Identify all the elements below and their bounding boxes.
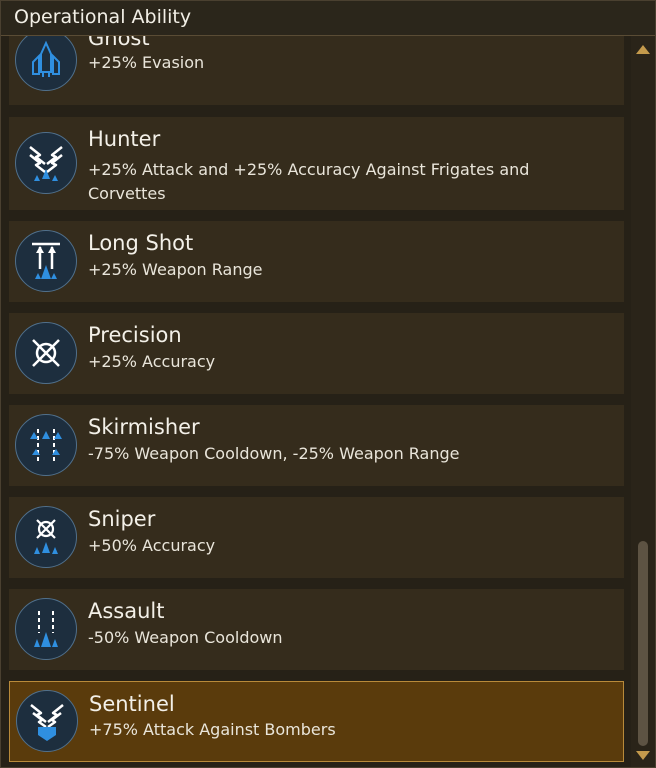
ability-item-sniper[interactable]: Sniper +50% Accuracy xyxy=(9,497,624,578)
ability-name: Ghost xyxy=(88,36,150,50)
ability-item-precision[interactable]: Precision +25% Accuracy xyxy=(9,313,624,394)
scrollbar[interactable] xyxy=(631,36,655,767)
ability-description: -75% Weapon Cooldown, -25% Weapon Range xyxy=(88,444,460,463)
sentinel-shield-icon xyxy=(16,690,78,752)
ability-description: -50% Weapon Cooldown xyxy=(88,628,283,647)
skirmisher-icon xyxy=(15,414,77,476)
ability-item-hunter[interactable]: Hunter +25% Attack and +25% Accuracy Aga… xyxy=(9,117,624,210)
assault-ship-icon xyxy=(15,598,77,660)
ability-name: Skirmisher xyxy=(88,415,200,439)
scrollbar-thumb[interactable] xyxy=(638,541,648,746)
ability-description: +25% Weapon Range xyxy=(88,260,263,279)
ability-description: +25% Accuracy xyxy=(88,352,216,371)
ability-item-sentinel[interactable]: Sentinel +75% Attack Against Bombers xyxy=(9,681,624,762)
ability-description: +50% Accuracy xyxy=(88,536,216,555)
ability-name: Sniper xyxy=(88,507,156,531)
ability-item-ghost[interactable]: Ghost +25% Evasion xyxy=(9,36,624,105)
panel-header: Operational Ability xyxy=(1,1,655,36)
panel-title: Operational Ability xyxy=(14,6,192,28)
ability-item-long-shot[interactable]: Long Shot +25% Weapon Range xyxy=(9,221,624,302)
crosshair-icon xyxy=(15,322,77,384)
scroll-up-icon[interactable] xyxy=(636,45,650,54)
ability-description: +25% Evasion xyxy=(88,53,205,72)
operational-ability-panel: Operational Ability Ghost +25% Evasion H… xyxy=(0,0,656,768)
scroll-down-icon[interactable] xyxy=(636,751,650,760)
ability-name: Sentinel xyxy=(89,692,175,716)
ability-item-assault[interactable]: Assault -50% Weapon Cooldown xyxy=(9,589,624,670)
sniper-crosshair-icon xyxy=(15,506,77,568)
long-shot-range-icon xyxy=(15,230,77,292)
ghost-ship-icon xyxy=(15,36,77,91)
ability-name: Hunter xyxy=(88,127,161,151)
hunter-lightning-icon xyxy=(15,132,77,194)
ability-description: +25% Attack and +25% Accuracy Against Fr… xyxy=(88,160,530,203)
ability-name: Assault xyxy=(88,599,165,623)
ability-name: Precision xyxy=(88,323,182,347)
ability-description: +75% Attack Against Bombers xyxy=(89,720,336,739)
ability-name: Long Shot xyxy=(88,231,194,255)
scrollbar-track[interactable] xyxy=(638,64,648,746)
ability-item-skirmisher[interactable]: Skirmisher -75% Weapon Cooldown, -25% We… xyxy=(9,405,624,486)
ability-list[interactable]: Ghost +25% Evasion Hunter +25% Attack an… xyxy=(1,36,631,767)
